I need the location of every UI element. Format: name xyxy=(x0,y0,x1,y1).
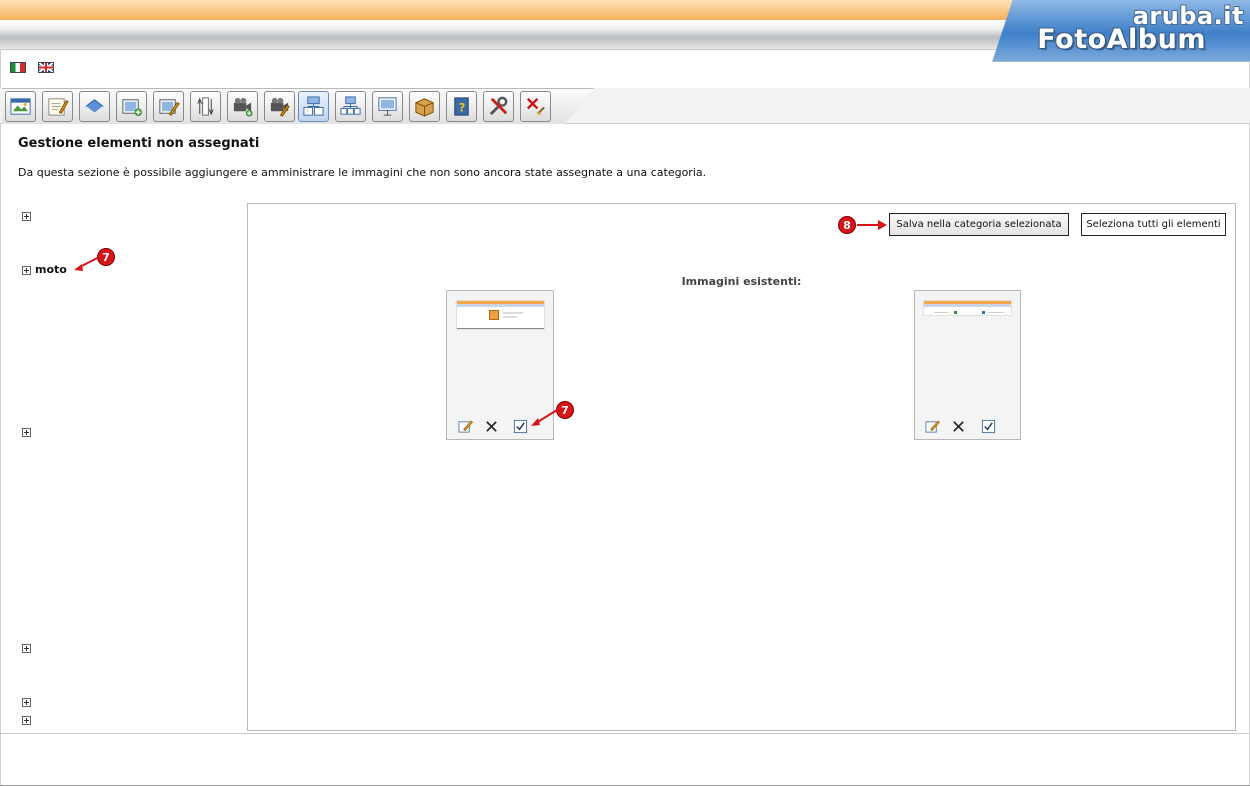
expand-icon[interactable] xyxy=(22,427,31,437)
delete-icon[interactable] xyxy=(483,418,499,434)
annotation-arrow-checkbox xyxy=(531,409,558,426)
expand-icon[interactable] xyxy=(22,265,31,275)
tree-selected-label: moto xyxy=(35,263,67,276)
add-video-icon[interactable] xyxy=(227,91,258,122)
slideshow-icon[interactable] xyxy=(372,91,403,122)
settings-icon[interactable] xyxy=(483,91,514,122)
footer-divider xyxy=(0,733,1250,734)
tree-category[interactable] xyxy=(22,712,63,728)
unassigned-elements-icon[interactable]: ? xyxy=(298,91,329,122)
tree-subcategory[interactable] xyxy=(22,532,63,548)
checkbox-icon[interactable] xyxy=(512,418,528,434)
expand-icon[interactable] xyxy=(22,715,31,725)
expand-icon[interactable] xyxy=(22,697,31,707)
tree-subcategory[interactable] xyxy=(22,622,84,638)
package-icon[interactable] xyxy=(409,91,440,122)
svg-text:?: ? xyxy=(459,100,466,114)
page-description: Da questa sezione è possibile aggiungere… xyxy=(18,166,707,179)
image-thumbnail-card xyxy=(914,290,1021,440)
tree-subcategory[interactable] xyxy=(22,406,112,422)
tree-subcategory[interactable] xyxy=(22,442,98,458)
tree-subcategory[interactable] xyxy=(22,388,147,404)
fotoalbum-logo: aruba.it FotoAlbum xyxy=(992,0,1250,62)
edit-album-icon[interactable] xyxy=(42,91,73,122)
category-icon[interactable] xyxy=(79,91,110,122)
help-icon[interactable]: ? xyxy=(446,91,477,122)
tree-subcategory[interactable] xyxy=(22,604,84,620)
brand-large: FotoAlbum xyxy=(1037,24,1206,55)
tree-subcategory[interactable] xyxy=(22,514,147,530)
tree-subcategory[interactable] xyxy=(22,370,70,386)
tree-subcategory[interactable] xyxy=(22,550,70,566)
tree-category[interactable] xyxy=(22,208,57,224)
annotation-arrow-tree xyxy=(74,256,100,271)
select-all-button[interactable]: Seleziona tutti gli elementi xyxy=(1081,213,1226,236)
edit-icon[interactable] xyxy=(924,418,940,434)
tree-subcategory[interactable] xyxy=(22,658,56,674)
tree-subcategory[interactable] xyxy=(22,496,112,512)
image-thumbnail[interactable] xyxy=(923,300,1012,316)
tree-subcategory[interactable] xyxy=(22,460,105,476)
sort-icon[interactable] xyxy=(190,91,221,122)
annotation-arrow-save xyxy=(857,220,887,230)
italian-flag-icon[interactable] xyxy=(10,62,26,73)
edit-image-icon[interactable] xyxy=(153,91,184,122)
english-flag-icon[interactable] xyxy=(38,62,54,73)
album-icon[interactable] xyxy=(5,91,36,122)
tree-subcategory[interactable] xyxy=(22,586,91,602)
tree-subcategory[interactable] xyxy=(22,226,70,242)
tree-subcategory[interactable] xyxy=(22,334,77,350)
tree-category[interactable] xyxy=(22,694,70,710)
delete-album-icon[interactable] xyxy=(520,91,551,122)
expand-icon[interactable] xyxy=(22,211,31,221)
tree-category-selected[interactable]: moto xyxy=(22,262,67,278)
tree-subcategory[interactable] xyxy=(22,568,91,584)
tree-subcategory[interactable] xyxy=(22,352,91,368)
expand-icon[interactable] xyxy=(22,643,31,653)
structure-icon[interactable] xyxy=(335,91,366,122)
delete-icon[interactable] xyxy=(950,418,966,434)
tree-subcategory[interactable] xyxy=(22,478,105,494)
edit-video-icon[interactable] xyxy=(264,91,295,122)
existing-images-title: Immagini esistenti: xyxy=(681,275,802,288)
edit-icon[interactable] xyxy=(457,418,473,434)
annotation-marker-save: 8 xyxy=(838,216,856,234)
tree-subcategory[interactable] xyxy=(22,316,84,332)
tree-category[interactable] xyxy=(22,424,77,440)
add-image-icon[interactable] xyxy=(116,91,147,122)
save-to-category-button[interactable]: Salva nella categoria selezionata xyxy=(889,213,1069,236)
image-thumbnail[interactable] xyxy=(456,300,545,330)
tree-subcategory[interactable] xyxy=(22,280,77,296)
page-title: Gestione elementi non assegnati xyxy=(18,136,260,151)
tree-subcategory[interactable] xyxy=(22,676,84,692)
svg-text:?: ? xyxy=(306,109,309,115)
tree-subcategory[interactable] xyxy=(22,298,70,314)
tree-category[interactable] xyxy=(22,640,70,656)
checkbox-icon[interactable] xyxy=(980,418,996,434)
